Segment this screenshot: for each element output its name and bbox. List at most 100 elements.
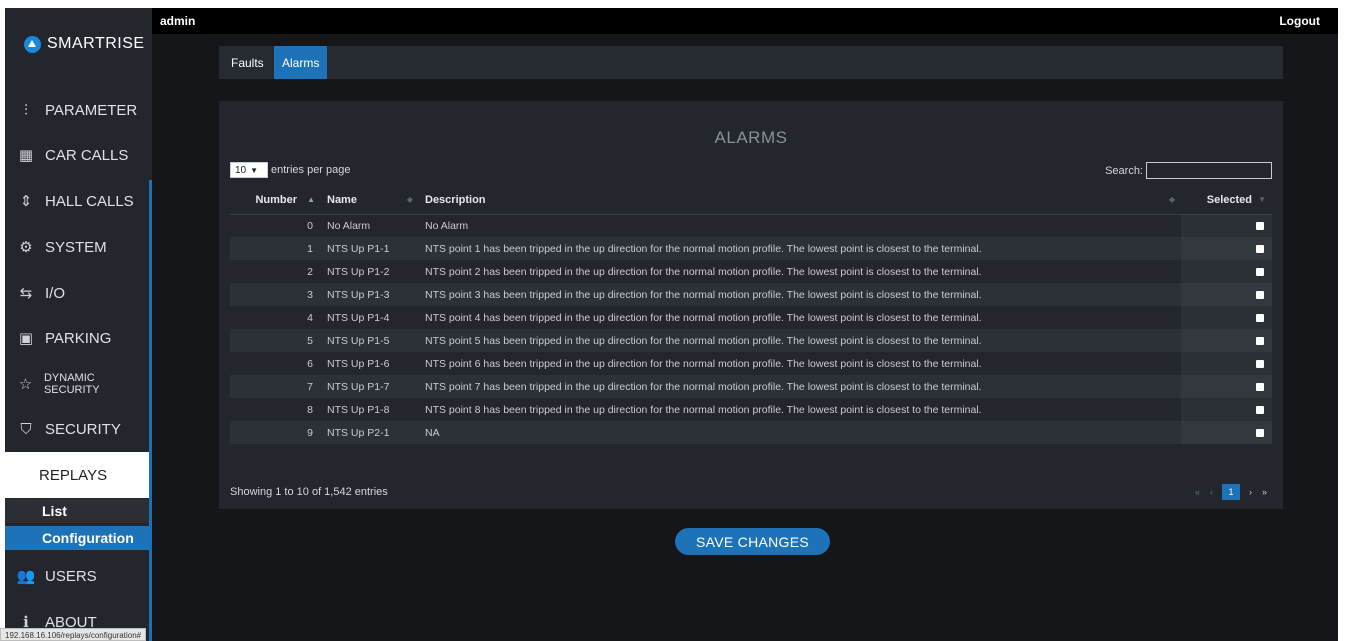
selected-checkbox[interactable] [1256, 336, 1264, 345]
cell-description: NTS point 7 has been tripped in the up d… [419, 375, 1181, 398]
cell-name: No Alarm [327, 219, 371, 232]
cell-number: 4 [307, 311, 313, 324]
sidebar-item-users[interactable]: 👥 USERS [5, 556, 149, 596]
selected-checkbox[interactable] [1256, 359, 1264, 368]
sort-icon: ◆ [1168, 195, 1175, 204]
table-row[interactable]: 8 NTS Up P1-8 NTS point 8 has been tripped… [230, 398, 1272, 421]
cell-description: No Alarm [425, 219, 469, 232]
cell-selected [1181, 352, 1272, 375]
sidebar-item-label: PARKING [45, 329, 112, 347]
tab-faults[interactable]: Faults [223, 46, 272, 79]
cell-selected [1181, 375, 1272, 398]
cell-number: 7 [230, 375, 321, 398]
pager-prev[interactable]: ‹ [1210, 487, 1213, 497]
pager-next[interactable]: › [1249, 487, 1252, 497]
sidebar-item-label: SECURITY [45, 420, 121, 438]
sidebar-item-hall-calls[interactable]: ⇕ HALL CALLS [5, 181, 149, 221]
top-bar: admin Logout [152, 8, 1338, 34]
sidebar-item-dynamic-security[interactable]: ☆ DYNAMIC SECURITY [5, 364, 149, 404]
save-changes-button[interactable]: SAVE CHANGES [675, 528, 830, 555]
entries-select[interactable]: 10 ▼ [230, 162, 268, 178]
star-icon: ☆ [18, 376, 33, 393]
cell-selected [1181, 260, 1272, 283]
sidebar-subitem-label: Configuration [42, 530, 134, 546]
pager-last[interactable]: » [1262, 487, 1267, 497]
sidebar-item-label: REPLAYS [39, 466, 108, 484]
sidebar-item-label: HALL CALLS [45, 192, 134, 210]
status-url-tooltip: 192.168.16.106/replays/configuration# [0, 628, 147, 641]
cell-selected [1181, 329, 1272, 352]
sidebar-item-parameter[interactable]: ⫶ PARAMETER [5, 90, 149, 130]
table-row[interactable]: 4 NTS Up P1-4 NTS point 4 has been tripped… [230, 306, 1272, 329]
table-body: 0 No Alarm No Alarm 1 NTS Up P1-1 NTS point 1… [230, 214, 1272, 444]
chevron-down-icon: ▼ [250, 165, 259, 175]
table-row[interactable]: 5 NTS Up P1-5 NTS point 5 has been tripped… [230, 329, 1272, 352]
sidebar-scrollbar[interactable] [149, 180, 152, 641]
sidebar-item-io[interactable]: ⇆ I/O [5, 273, 149, 313]
selected-checkbox[interactable] [1256, 428, 1264, 437]
tab-bar: Faults Alarms [219, 46, 1283, 79]
selected-checkbox[interactable] [1256, 244, 1264, 253]
selected-checkbox[interactable] [1256, 405, 1264, 414]
selected-checkbox[interactable] [1256, 267, 1264, 276]
cell-selected [1181, 237, 1272, 260]
table-row[interactable]: 2 NTS Up P1-2 NTS point 2 has been tripped… [230, 260, 1272, 283]
pager-current[interactable]: 1 [1221, 484, 1240, 500]
table-row[interactable]: 0 No Alarm No Alarm [230, 214, 1272, 237]
cell-number: 0 [307, 219, 313, 232]
sort-icon: ▲ [307, 195, 315, 204]
table-header-row: Number ▲ Name ◆ Description ◆ Selected ▼ [230, 187, 1272, 215]
pager-first[interactable]: « [1195, 487, 1200, 497]
cell-number: 2 [307, 265, 313, 278]
cell-description: NTS point 6 has been tripped in the up d… [425, 357, 982, 370]
column-header-description[interactable]: Description ◆ [419, 187, 1181, 215]
table-row[interactable]: 3 NTS Up P1-3 NTS point 3 has been tripped… [230, 283, 1272, 306]
brand-name: SMARTRISE [47, 35, 145, 52]
search-area: Search: [1105, 162, 1272, 179]
cell-number: 1 [230, 237, 321, 260]
column-header-selected[interactable]: Selected ▼ [1181, 187, 1272, 215]
table-row[interactable]: 6 NTS Up P1-6 NTS point 6 has been tripped… [230, 352, 1272, 375]
tab-alarms[interactable]: Alarms [274, 46, 328, 79]
entries-label: entries per page [271, 164, 351, 176]
search-input[interactable] [1146, 162, 1272, 179]
smartrise-logo[interactable]: SMARTRISE [24, 35, 145, 53]
cell-description: NTS point 1 has been tripped in the up d… [419, 237, 1181, 260]
alarms-table: Number ▲ Name ◆ Description ◆ Selected ▼ [230, 187, 1272, 444]
parking-icon: ▣ [18, 330, 34, 347]
hall-calls-icon: ⇕ [19, 193, 33, 210]
table-row[interactable]: 9 NTS Up P2-1 NA [230, 421, 1272, 444]
sidebar-item-replays[interactable]: REPLAYS [5, 452, 149, 498]
sidebar-item-car-calls[interactable]: ▦ CAR CALLS [5, 135, 149, 175]
logo-mark-icon [24, 35, 41, 53]
sidebar-item-security[interactable]: ⛉ SECURITY [5, 409, 149, 449]
selected-checkbox[interactable] [1256, 290, 1264, 299]
io-arrows-icon: ⇆ [19, 285, 33, 302]
sidebar-item-parking[interactable]: ▣ PARKING [5, 318, 149, 358]
sort-icon: ▼ [1258, 195, 1266, 204]
selected-checkbox[interactable] [1256, 221, 1264, 230]
column-header-number[interactable]: Number ▲ [230, 187, 321, 215]
table-row[interactable]: 1 NTS Up P1-1 NTS point 1 has been tripped… [230, 237, 1272, 260]
cell-name: NTS Up P1-1 [321, 237, 419, 260]
sidebar-item-label: SYSTEM [45, 238, 107, 256]
sidebar-item-system[interactable]: ⚙ SYSTEM [5, 227, 149, 267]
sidebar-item-label: DYNAMIC SECURITY [43, 372, 100, 396]
selected-checkbox[interactable] [1256, 313, 1264, 322]
table-row[interactable]: 7 NTS Up P1-7 NTS point 7 has been tripped… [230, 375, 1272, 398]
sidebar-subitem-configuration[interactable]: Configuration [5, 526, 149, 550]
cell-number: 5 [230, 329, 321, 352]
logout-link[interactable]: Logout [1279, 14, 1320, 28]
cell-description: NTS point 5 has been tripped in the up d… [419, 329, 1181, 352]
sidebar-subitem-list[interactable]: List [5, 499, 149, 523]
sidebar-item-label: I/O [45, 284, 66, 302]
sidebar-item-label: CAR CALLS [45, 146, 129, 164]
cell-name: NTS Up P1-8 [327, 403, 390, 416]
column-header-label: Name [327, 194, 357, 207]
gear-icon: ⚙ [19, 239, 33, 256]
cell-selected [1181, 283, 1272, 306]
shield-icon: ⛉ [20, 420, 32, 438]
selected-checkbox[interactable] [1256, 382, 1264, 391]
entries-select-value: 10 [235, 164, 247, 176]
column-header-name[interactable]: Name ◆ [321, 187, 419, 215]
